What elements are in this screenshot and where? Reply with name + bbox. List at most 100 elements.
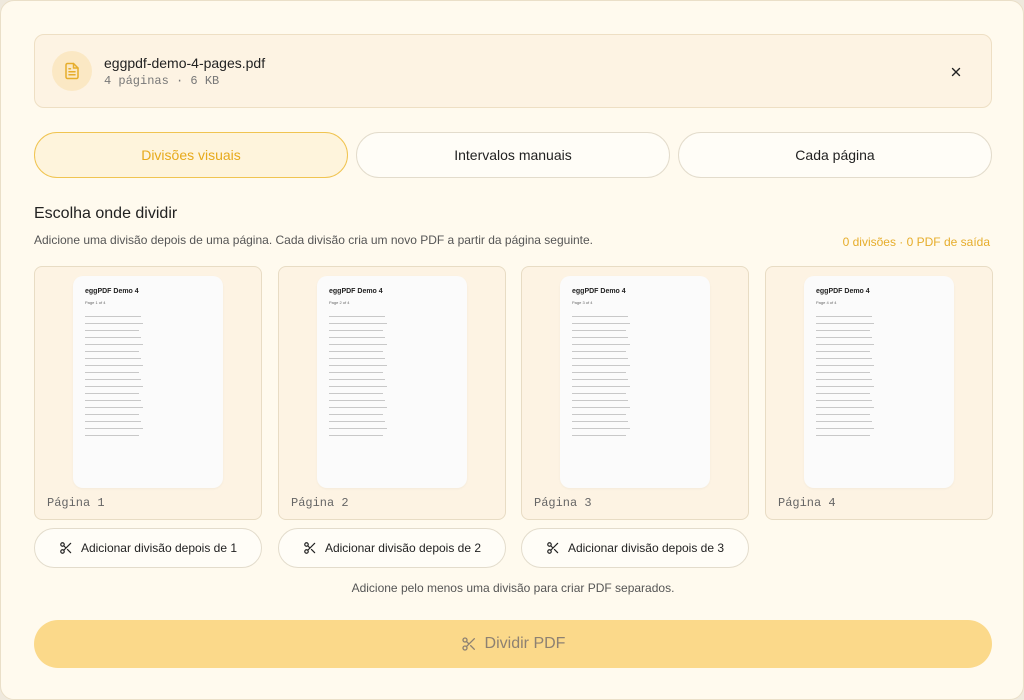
thumb-line bbox=[85, 407, 143, 408]
thumb-line bbox=[816, 372, 870, 373]
thumb-line bbox=[572, 344, 630, 345]
thumb-line bbox=[572, 400, 628, 401]
thumb-line bbox=[572, 330, 626, 331]
thumb-subtitle: Page 2 of 4 bbox=[329, 300, 350, 305]
thumb-text-lines bbox=[85, 316, 145, 442]
thumb-line bbox=[85, 379, 141, 380]
thumb-line bbox=[329, 358, 385, 359]
page-thumbnail: eggPDF Demo 4 Page 2 of 4 bbox=[317, 276, 467, 488]
thumb-line bbox=[85, 344, 143, 345]
file-icon-badge bbox=[52, 51, 92, 91]
thumb-line bbox=[572, 358, 628, 359]
page-label: Página 2 bbox=[291, 496, 349, 510]
thumb-line bbox=[816, 316, 872, 317]
thumb-line bbox=[572, 393, 626, 394]
thumb-line bbox=[85, 365, 143, 366]
thumb-title: eggPDF Demo 4 bbox=[85, 288, 139, 295]
thumb-line bbox=[572, 337, 628, 338]
file-text-icon bbox=[65, 62, 79, 80]
thumb-line bbox=[85, 386, 143, 387]
thumb-line bbox=[816, 400, 872, 401]
thumb-title: eggPDF Demo 4 bbox=[329, 288, 383, 295]
section-subtitle: Adicione uma divisão depois de uma págin… bbox=[34, 233, 593, 247]
thumb-line bbox=[85, 428, 143, 429]
file-card: eggpdf-demo-4-pages.pdf 4 páginas · 6 KB bbox=[34, 34, 992, 108]
split-button-label: Adicionar divisão depois de 3 bbox=[567, 541, 725, 555]
thumb-line bbox=[329, 379, 385, 380]
thumb-line bbox=[85, 337, 141, 338]
thumb-line bbox=[816, 414, 870, 415]
thumb-line bbox=[85, 316, 141, 317]
thumb-line bbox=[572, 386, 630, 387]
file-name: eggpdf-demo-4-pages.pdf bbox=[104, 55, 266, 71]
thumb-line bbox=[816, 358, 872, 359]
thumb-line bbox=[816, 344, 874, 345]
thumb-line bbox=[329, 428, 387, 429]
tab-visual-splits[interactable]: Divisões visuais bbox=[34, 132, 348, 178]
thumb-line bbox=[816, 337, 872, 338]
thumb-line bbox=[329, 407, 387, 408]
thumb-line bbox=[329, 435, 383, 436]
thumb-line bbox=[85, 323, 143, 324]
split-button-label: Adicionar divisão depois de 1 bbox=[80, 541, 238, 555]
tab-every-page[interactable]: Cada página bbox=[678, 132, 992, 178]
add-split-after-1-button[interactable]: Adicionar divisão depois de 1 bbox=[34, 528, 262, 568]
thumb-line bbox=[572, 372, 626, 373]
thumb-line bbox=[816, 428, 874, 429]
thumb-line bbox=[329, 372, 383, 373]
remove-file-button[interactable] bbox=[942, 58, 970, 86]
tab-manual-ranges[interactable]: Intervalos manuais bbox=[356, 132, 670, 178]
scissors-icon bbox=[547, 542, 559, 554]
thumb-line bbox=[85, 421, 141, 422]
thumb-line bbox=[329, 316, 385, 317]
thumb-line bbox=[816, 435, 870, 436]
add-split-after-2-button[interactable]: Adicionar divisão depois de 2 bbox=[278, 528, 506, 568]
thumb-line bbox=[329, 344, 387, 345]
thumb-line bbox=[85, 435, 139, 436]
thumb-line bbox=[816, 393, 870, 394]
thumb-line bbox=[572, 316, 628, 317]
thumb-line bbox=[329, 337, 385, 338]
thumb-line bbox=[816, 351, 870, 352]
scissors-icon bbox=[461, 637, 475, 651]
thumb-line bbox=[572, 365, 630, 366]
thumb-line bbox=[816, 407, 874, 408]
thumb-subtitle: Page 4 of 4 bbox=[816, 300, 837, 305]
thumb-line bbox=[329, 323, 387, 324]
split-hint: Adicione pelo menos uma divisão para cri… bbox=[351, 581, 675, 595]
thumb-line bbox=[572, 435, 626, 436]
thumb-line bbox=[85, 414, 139, 415]
thumb-line bbox=[85, 400, 141, 401]
thumb-title: eggPDF Demo 4 bbox=[816, 288, 870, 295]
split-pdf-label: Dividir PDF bbox=[484, 635, 566, 652]
thumb-line bbox=[816, 421, 872, 422]
thumb-line bbox=[572, 421, 628, 422]
thumb-line bbox=[572, 379, 628, 380]
thumb-line bbox=[329, 393, 383, 394]
file-meta: 4 páginas · 6 KB bbox=[104, 74, 220, 88]
thumb-line bbox=[572, 428, 630, 429]
page-label: Página 3 bbox=[534, 496, 592, 510]
thumb-line bbox=[85, 351, 139, 352]
section-title: Escolha onde dividir bbox=[34, 205, 178, 222]
thumb-text-lines bbox=[572, 316, 632, 442]
thumb-line bbox=[572, 414, 626, 415]
page-thumbnail: eggPDF Demo 4 Page 3 of 4 bbox=[560, 276, 710, 488]
page-thumbnail: eggPDF Demo 4 Page 1 of 4 bbox=[73, 276, 223, 488]
split-button-label: Adicionar divisão depois de 2 bbox=[324, 541, 482, 555]
add-split-after-3-button[interactable]: Adicionar divisão depois de 3 bbox=[521, 528, 749, 568]
page-label: Página 1 bbox=[47, 496, 105, 510]
thumb-line bbox=[816, 386, 874, 387]
thumb-line bbox=[572, 323, 630, 324]
thumb-line bbox=[85, 330, 139, 331]
page-card-1: eggPDF Demo 4 Page 1 of 4 Página 1 bbox=[34, 266, 262, 520]
thumb-line bbox=[329, 421, 385, 422]
thumb-line bbox=[85, 358, 141, 359]
scissors-icon bbox=[304, 542, 316, 554]
thumb-line bbox=[329, 330, 383, 331]
split-panel: eggpdf-demo-4-pages.pdf 4 páginas · 6 KB… bbox=[0, 0, 1024, 700]
thumb-line bbox=[85, 372, 139, 373]
page-card-3: eggPDF Demo 4 Page 3 of 4 Página 3 bbox=[521, 266, 749, 520]
split-pdf-button[interactable]: Dividir PDF bbox=[34, 620, 992, 668]
scissors-icon bbox=[60, 542, 72, 554]
